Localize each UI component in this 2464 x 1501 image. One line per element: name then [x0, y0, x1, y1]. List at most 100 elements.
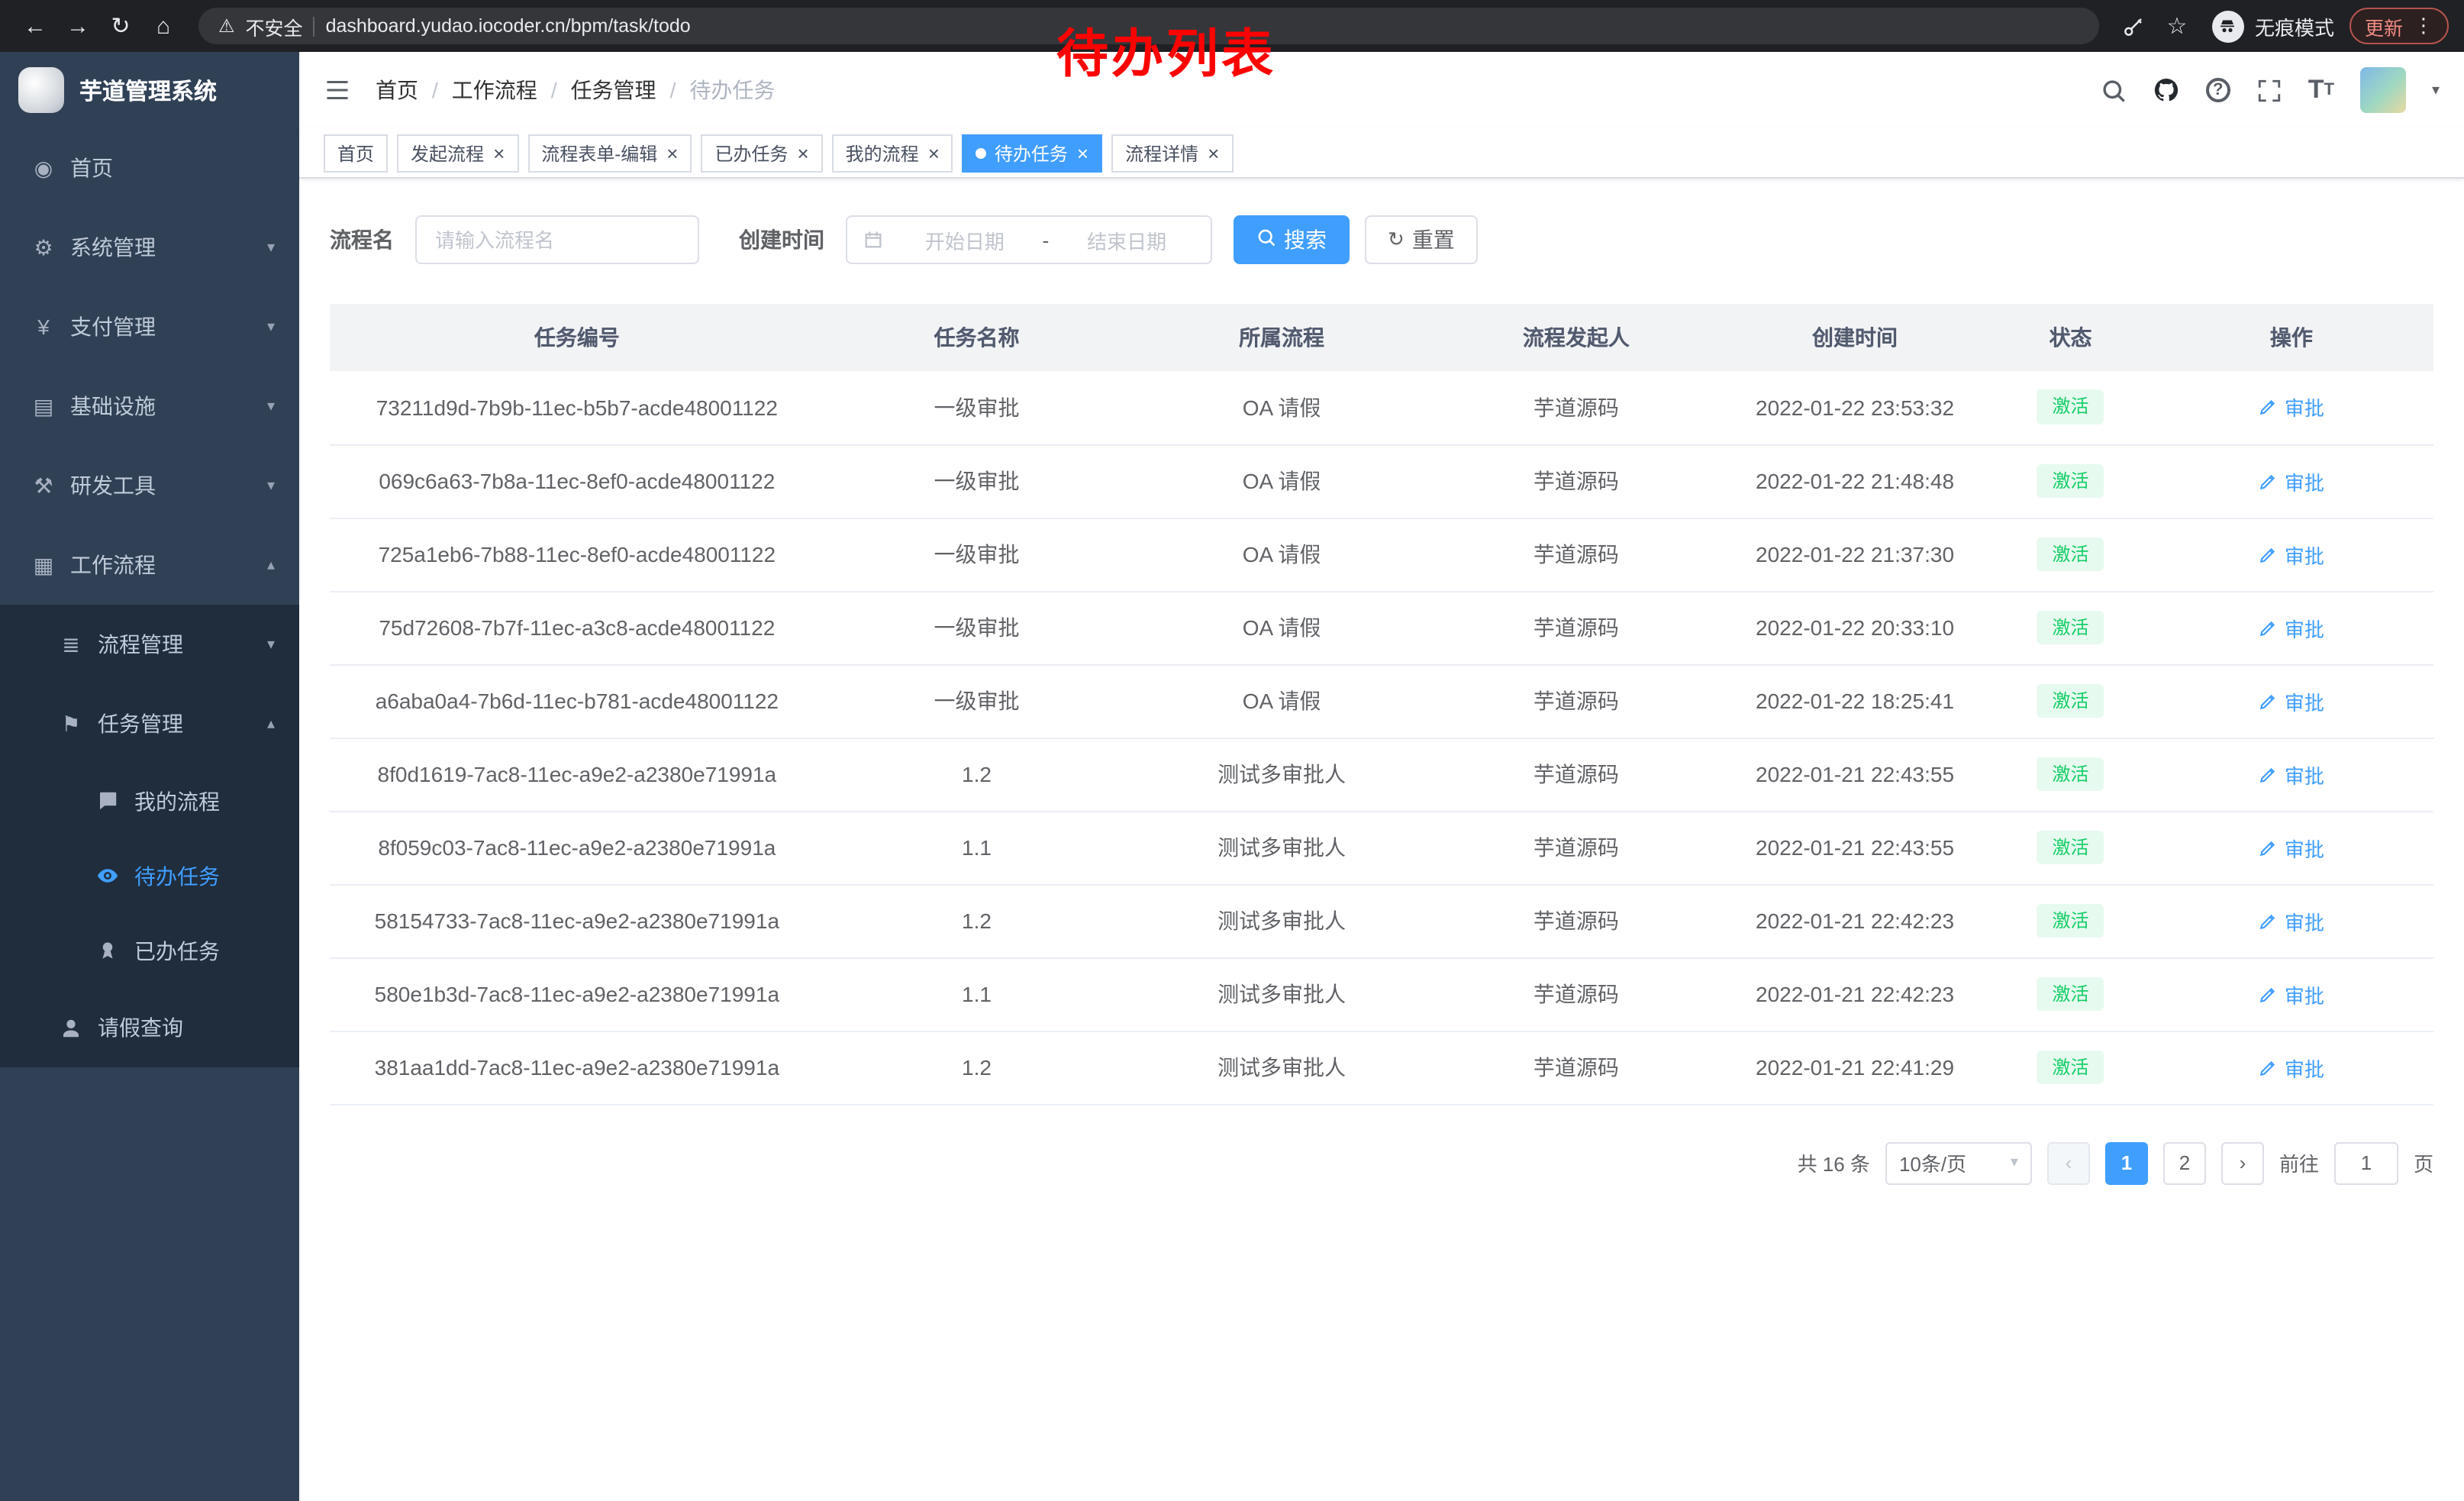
sidebar-item-devtools[interactable]: ⚒研发工具▾: [0, 446, 299, 525]
sidebar-item-payment[interactable]: ¥支付管理▾: [0, 287, 299, 366]
address-divider: [314, 16, 315, 36]
github-icon[interactable]: [2153, 76, 2180, 104]
page-size-select[interactable]: 10条/页 ▾: [1885, 1141, 2032, 1184]
tab-form-edit[interactable]: 流程表单-编辑×: [527, 134, 692, 172]
status-badge: 激活: [2037, 683, 2104, 718]
sidebar-item-label: 已办任务: [134, 935, 220, 966]
sidebar-item-workflow[interactable]: ▦工作流程▴: [0, 525, 299, 605]
status-badge: 激活: [2037, 390, 2104, 425]
approve-action[interactable]: 审批: [2259, 1053, 2324, 1082]
tab-close-icon[interactable]: ×: [1208, 143, 1219, 163]
user-menu-caret-icon[interactable]: ▾: [2432, 82, 2440, 98]
browser-reload-icon[interactable]: ↻: [101, 6, 140, 46]
approve-action[interactable]: 审批: [2259, 540, 2324, 569]
cell-status: 激活: [1992, 518, 2150, 591]
breadcrumb-item[interactable]: 首页: [376, 75, 418, 105]
app-logo: 芋道管理系统: [0, 52, 299, 128]
font-size-icon[interactable]: TT: [2308, 75, 2334, 105]
reset-button[interactable]: ↻ 重置: [1365, 215, 1478, 264]
chevron-down-icon: ▾: [267, 398, 275, 415]
browser-back-icon[interactable]: ←: [15, 6, 55, 46]
cell-id: 8f0d1619-7ac8-11ec-a9e2-a2380e71991a: [330, 738, 824, 811]
sidebar-item-label: 待办任务: [134, 860, 220, 891]
edit-icon: [2259, 838, 2279, 857]
browser-forward-icon[interactable]: →: [58, 6, 98, 46]
navbar-actions: ? TT ▾: [2101, 67, 2440, 113]
date-range-picker[interactable]: 开始日期 - 结束日期: [846, 215, 1212, 264]
approve-action-label: 审批: [2285, 613, 2324, 642]
cell-name: 1.2: [824, 884, 1130, 957]
cell-initiator: 芋道源码: [1434, 518, 1718, 591]
next-page-button[interactable]: ›: [2221, 1141, 2264, 1184]
approve-action-label: 审批: [2285, 393, 2324, 422]
cell-created: 2022-01-22 21:48:48: [1718, 444, 1992, 518]
sidebar-item-label: 基础设施: [70, 391, 156, 421]
tab-done-task[interactable]: 已办任务×: [701, 134, 822, 172]
tab-close-icon[interactable]: ×: [493, 143, 505, 163]
sidebar-item-my-process[interactable]: 我的流程: [0, 763, 299, 838]
page-button-1[interactable]: 1: [2105, 1141, 2148, 1184]
table-row: 8f0d1619-7ac8-11ec-a9e2-a2380e71991a1.2测…: [330, 738, 2433, 811]
cell-name: 1.1: [824, 811, 1130, 884]
cell-name: 1.2: [824, 738, 1130, 811]
tab-todo-task[interactable]: 待办任务×: [963, 134, 1102, 172]
goto-page-input[interactable]: [2334, 1141, 2398, 1184]
chevron-up-icon: ▴: [267, 557, 275, 573]
sidebar-item-home[interactable]: ◉首页: [0, 128, 299, 208]
approve-action[interactable]: 审批: [2259, 906, 2324, 935]
prev-page-button[interactable]: ‹: [2047, 1141, 2090, 1184]
approve-action[interactable]: 审批: [2259, 393, 2324, 422]
sidebar-item-system[interactable]: ⚙系统管理▾: [0, 208, 299, 287]
status-badge: 激活: [2037, 463, 2104, 499]
breadcrumb-item[interactable]: 工作流程: [452, 75, 537, 105]
tab-bar: 首页发起流程×流程表单-编辑×已办任务× 我的流程× 待办任务×流程详情×: [299, 128, 2464, 179]
sidebar-toggle-icon[interactable]: [324, 76, 351, 104]
sidebar-item-process-mgmt[interactable]: ≣流程管理▾: [0, 605, 299, 684]
tab-close-icon[interactable]: ×: [928, 143, 940, 163]
approve-action[interactable]: 审批: [2259, 760, 2324, 789]
tab-close-icon[interactable]: ×: [797, 143, 808, 163]
table-row: 58154733-7ac8-11ec-a9e2-a2380e71991a1.2测…: [330, 884, 2433, 957]
process-name-input[interactable]: [415, 215, 699, 264]
approve-action[interactable]: 审批: [2259, 980, 2324, 1009]
tab-close-icon[interactable]: ×: [666, 143, 678, 163]
tab-my-process[interactable]: 我的流程×: [832, 134, 953, 172]
approve-action-label: 审批: [2285, 686, 2324, 715]
incognito-label: 无痕模式: [2255, 11, 2334, 40]
key-icon[interactable]: [2114, 6, 2154, 46]
search-icon[interactable]: [2101, 77, 2127, 103]
approve-action[interactable]: 审批: [2259, 686, 2324, 715]
sidebar-item-task-mgmt[interactable]: ⚑任务管理▴: [0, 684, 299, 763]
tab-start-process[interactable]: 发起流程×: [397, 134, 518, 172]
cell-id: 725a1eb6-7b88-11ec-8ef0-acde48001122: [330, 518, 824, 591]
table-row: 73211d9d-7b9b-11ec-b5b7-acde48001122一级审批…: [330, 371, 2433, 444]
sidebar: 芋道管理系统 ◉首页⚙系统管理▾¥支付管理▾▤基础设施▾⚒研发工具▾▦工作流程▴…: [0, 52, 299, 1501]
browser-menu-icon[interactable]: ⋮: [2414, 14, 2433, 38]
tab-close-icon[interactable]: ×: [1077, 143, 1088, 163]
bookmark-star-icon[interactable]: ☆: [2157, 6, 2197, 46]
sidebar-item-leave-query[interactable]: 请假查询: [0, 988, 299, 1067]
column-header: 状态: [1992, 304, 2150, 371]
tab-home[interactable]: 首页: [324, 134, 388, 172]
approve-action[interactable]: 审批: [2259, 466, 2324, 495]
sidebar-item-todo-task[interactable]: 待办任务: [0, 838, 299, 913]
breadcrumb-item[interactable]: 任务管理: [571, 75, 656, 105]
tab-process-detail[interactable]: 流程详情×: [1111, 134, 1233, 172]
pagination: 共 16 条 10条/页 ▾ ‹ 12 › 前往 页: [330, 1141, 2433, 1184]
approve-action[interactable]: 审批: [2259, 613, 2324, 642]
update-button[interactable]: 更新 ⋮: [2350, 8, 2449, 44]
sidebar-item-label: 任务管理: [98, 709, 183, 739]
approve-action[interactable]: 审批: [2259, 833, 2324, 862]
cell-action: 审批: [2150, 957, 2433, 1031]
sidebar-item-infra[interactable]: ▤基础设施▾: [0, 366, 299, 446]
browser-home-icon[interactable]: ⌂: [144, 6, 183, 46]
page-button-2[interactable]: 2: [2163, 1141, 2206, 1184]
search-button[interactable]: 搜索: [1234, 215, 1350, 264]
sidebar-item-done-task[interactable]: 已办任务: [0, 913, 299, 988]
user-avatar[interactable]: [2360, 67, 2406, 113]
task-flag-icon: ⚑: [58, 711, 84, 737]
fullscreen-icon[interactable]: [2256, 77, 2282, 103]
cell-initiator: 芋道源码: [1434, 957, 1718, 1031]
edit-icon: [2259, 1057, 2279, 1077]
help-icon[interactable]: ?: [2206, 78, 2230, 102]
